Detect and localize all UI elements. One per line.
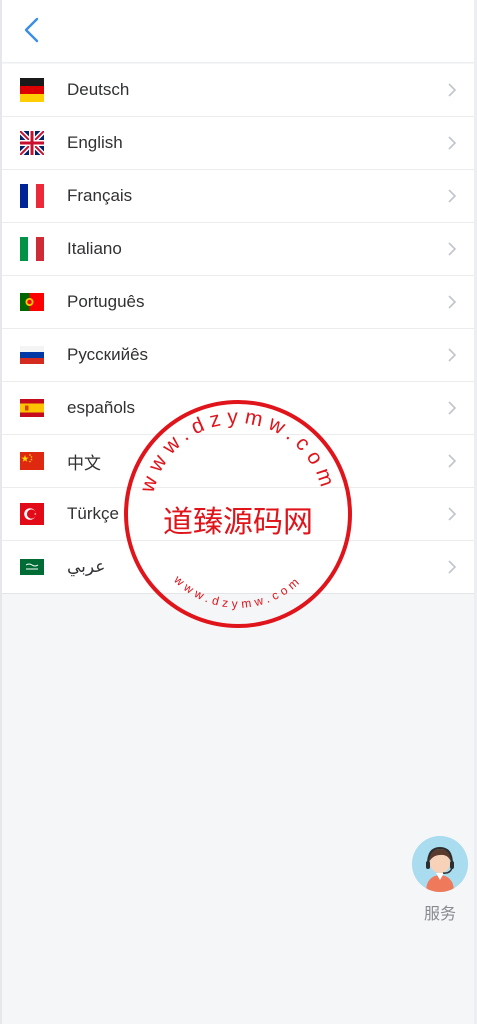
language-label: 中文 bbox=[67, 453, 101, 473]
language-row-russian[interactable]: Pусскийês bbox=[2, 329, 474, 382]
language-row-portugues[interactable]: Português bbox=[2, 276, 474, 329]
chevron-right-icon bbox=[448, 136, 457, 150]
language-label: English bbox=[67, 133, 123, 152]
chevron-right-icon bbox=[448, 242, 457, 256]
chevron-right-icon bbox=[448, 507, 457, 521]
flag-spain-icon bbox=[20, 396, 44, 420]
language-row-chinese[interactable]: 中文 bbox=[2, 435, 474, 488]
flag-uk-icon bbox=[20, 131, 44, 155]
chevron-left-icon bbox=[24, 17, 39, 43]
back-button[interactable] bbox=[16, 14, 48, 46]
language-label: españols bbox=[67, 398, 136, 417]
flag-italy-icon bbox=[20, 237, 44, 261]
language-label: Türkçe bbox=[67, 504, 119, 523]
language-row-espanol[interactable]: españols bbox=[2, 382, 474, 435]
language-label: Italiano bbox=[67, 239, 122, 258]
language-row-turkce[interactable]: Türkçe bbox=[2, 488, 474, 541]
flag-russia-icon bbox=[20, 343, 44, 367]
customer-service-avatar-icon bbox=[412, 836, 468, 892]
top-bar bbox=[2, 0, 474, 63]
language-label: Deutsch bbox=[67, 80, 130, 99]
flag-germany-icon bbox=[20, 78, 44, 102]
language-row-arabic[interactable]: عربي bbox=[2, 541, 474, 594]
chevron-right-icon bbox=[448, 189, 457, 203]
chevron-right-icon bbox=[448, 348, 457, 362]
language-label: Português bbox=[67, 292, 145, 311]
flag-china-icon bbox=[20, 449, 44, 473]
chevron-right-icon bbox=[448, 454, 457, 468]
language-row-english[interactable]: English bbox=[2, 117, 474, 170]
language-list: Deutsch English Français Italiano Portug… bbox=[2, 64, 474, 594]
language-label: Français bbox=[67, 186, 133, 205]
flag-france-icon bbox=[20, 184, 44, 208]
language-label: عربي bbox=[67, 557, 106, 576]
chevron-right-icon bbox=[448, 83, 457, 97]
chevron-right-icon bbox=[448, 295, 457, 309]
language-row-deutsch[interactable]: Deutsch bbox=[2, 64, 474, 117]
customer-service-label: 服务 bbox=[423, 906, 456, 923]
flag-turkey-icon bbox=[20, 502, 44, 526]
language-row-italiano[interactable]: Italiano bbox=[2, 223, 474, 276]
language-select-screen: Deutsch English Français Italiano Portug… bbox=[0, 0, 477, 1024]
language-row-francais[interactable]: Français bbox=[2, 170, 474, 223]
chevron-right-icon bbox=[448, 401, 457, 415]
flag-saudi-icon bbox=[20, 555, 44, 579]
customer-service-button[interactable]: 服务 bbox=[411, 836, 469, 926]
flag-portugal-icon bbox=[20, 290, 44, 314]
chevron-right-icon bbox=[448, 560, 457, 574]
language-label: Pусскийês bbox=[67, 345, 149, 364]
